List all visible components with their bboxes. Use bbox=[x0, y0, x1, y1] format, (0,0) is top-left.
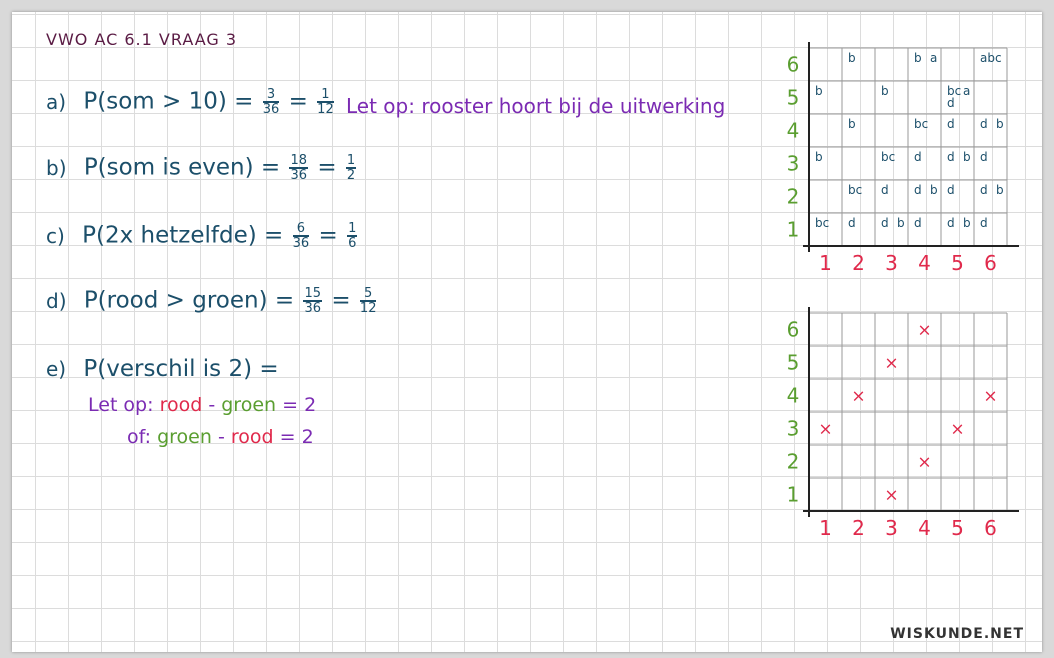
top-cell-mark: bc bbox=[848, 183, 862, 197]
bottom-y-tick-label: 6 bbox=[787, 318, 800, 342]
top-cell-mark: d bbox=[947, 150, 955, 164]
top-cell-mark: b bbox=[996, 183, 1004, 197]
bottom-y-tick-label: 5 bbox=[787, 351, 800, 375]
top-y-tick-label: 2 bbox=[787, 185, 800, 209]
top-cell-mark: b bbox=[963, 150, 971, 164]
bottom-y-tick-label: 2 bbox=[787, 450, 800, 474]
bottom-cross-mark: × bbox=[917, 453, 931, 473]
whiteboard: VWO AC 6.1 VRAAG 3 a) P(som > 10) = 3 36 … bbox=[12, 12, 1042, 652]
top-x-tick-label: 1 bbox=[819, 251, 832, 275]
bottom-x-tick-label: 6 bbox=[984, 516, 997, 540]
top-cell-mark: bc bbox=[914, 117, 928, 131]
top-cell-mark: d bbox=[914, 183, 922, 197]
top-x-tick-label: 2 bbox=[852, 251, 865, 275]
bottom-cross-mark: × bbox=[983, 387, 997, 407]
bottom-x-tick-label: 4 bbox=[918, 516, 931, 540]
top-cell-mark: d bbox=[881, 183, 889, 197]
top-cell-mark: b bbox=[914, 51, 922, 65]
top-cell-mark: d bbox=[914, 216, 922, 230]
top-cell-mark: abc bbox=[980, 51, 1002, 65]
bottom-y-tick-label: 4 bbox=[787, 384, 800, 408]
bottom-x-tick-label: 5 bbox=[951, 516, 964, 540]
top-cell-mark: b bbox=[848, 51, 856, 65]
bottom-y-tick-label: 3 bbox=[787, 417, 800, 441]
top-y-tick-label: 1 bbox=[787, 218, 800, 242]
bottom-cross-mark: × bbox=[851, 387, 865, 407]
top-cell-mark: b bbox=[930, 183, 938, 197]
top-cell-mark: a bbox=[930, 51, 937, 65]
top-x-tick-label: 4 bbox=[918, 251, 931, 275]
top-cell-mark: bc bbox=[881, 150, 895, 164]
top-cell-mark: d bbox=[947, 183, 955, 197]
top-cell-mark: d bbox=[881, 216, 889, 230]
wiskunde-logo: WISKUNDE.NET bbox=[890, 626, 1024, 642]
top-cell-mark: b bbox=[897, 216, 905, 230]
top-x-tick-label: 6 bbox=[984, 251, 997, 275]
top-cell-mark: b bbox=[848, 117, 856, 131]
top-cell-mark: b bbox=[881, 84, 889, 98]
top-cell-mark: b bbox=[996, 117, 1004, 131]
bottom-x-tick-label: 2 bbox=[852, 516, 865, 540]
top-x-tick-label: 5 bbox=[951, 251, 964, 275]
top-cell-mark: b bbox=[963, 216, 971, 230]
top-x-tick-label: 3 bbox=[885, 251, 898, 275]
outcome-grids: 1 2 3 4 5 6123456 b b a abcb b bc adb bc d d bb bc d d b dbc d… bbox=[787, 42, 1019, 540]
bottom-y-tick-label: 1 bbox=[787, 483, 800, 507]
top-cell-mark: d bbox=[947, 96, 955, 110]
top-y-tick-label: 4 bbox=[787, 119, 800, 143]
bottom-x-tick-label: 3 bbox=[885, 516, 898, 540]
top-y-tick-label: 5 bbox=[787, 86, 800, 110]
bottom-cross-mark: × bbox=[917, 321, 931, 341]
top-cell-mark: d bbox=[947, 216, 955, 230]
top-cell-mark: d bbox=[980, 150, 988, 164]
top-cell-mark: d bbox=[980, 216, 988, 230]
top-cell-mark: d bbox=[980, 183, 988, 197]
top-y-tick-label: 3 bbox=[787, 152, 800, 176]
top-cell-mark: d bbox=[914, 150, 922, 164]
top-cell-mark: d bbox=[980, 117, 988, 131]
top-y-tick-label: 6 bbox=[787, 53, 800, 77]
bottom-cross-mark: × bbox=[884, 354, 898, 374]
top-cell-mark: d bbox=[848, 216, 856, 230]
bottom-cross-mark: × bbox=[884, 486, 898, 506]
top-cell-mark: a bbox=[963, 84, 970, 98]
top-cell-mark: d bbox=[947, 117, 955, 131]
top-cell-mark: bc bbox=[815, 216, 829, 230]
bottom-cross-mark: × bbox=[818, 420, 832, 440]
bottom-x-tick-label: 1 bbox=[819, 516, 832, 540]
top-cell-mark: b bbox=[815, 84, 823, 98]
bottom-cross-mark: × bbox=[950, 420, 964, 440]
top-cell-mark: b bbox=[815, 150, 823, 164]
